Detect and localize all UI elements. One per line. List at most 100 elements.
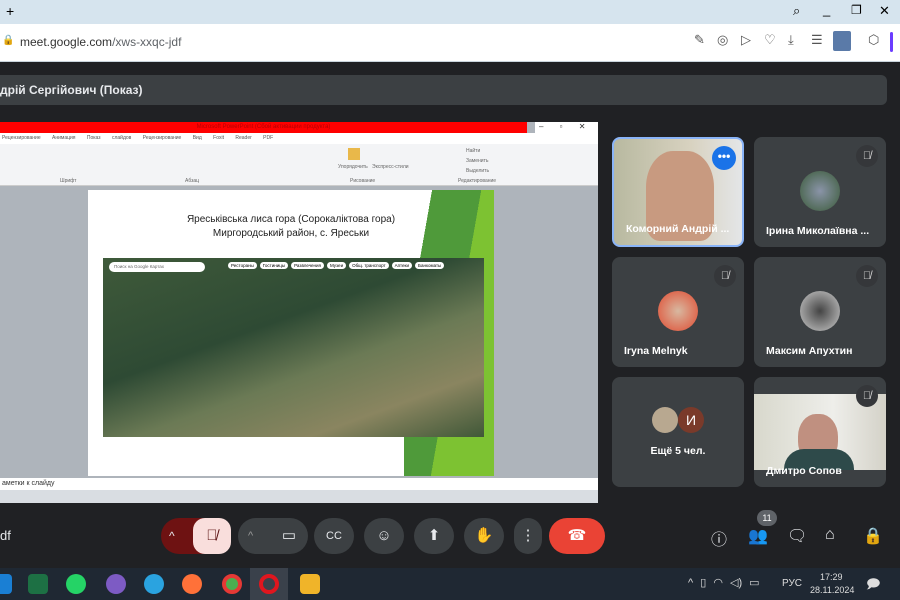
participant-name: Коморний Андрій ... [626, 223, 730, 235]
participant-tile[interactable]: 🎙̸ Максим Апухтин [754, 257, 886, 367]
viber-icon[interactable] [106, 574, 126, 594]
start-button[interactable] [0, 574, 12, 594]
heart-icon[interactable]: ♡ [764, 32, 776, 48]
participant-name: Iryna Melnyk [624, 345, 688, 357]
present-button[interactable]: ⬆ [414, 518, 454, 554]
more-options-icon[interactable]: ••• [712, 146, 736, 170]
camera-group: ^ ▭ [238, 518, 308, 554]
shared-screen: Microsoft PowerPoint (Сбой активации про… [0, 122, 598, 503]
chat-icon[interactable]: 🗨 [787, 526, 807, 546]
captions-button[interactable]: CC [314, 518, 354, 554]
map-search: Поиск на Google Картах [109, 262, 205, 272]
slide-title-line2: Миргородський район, с. Яреськи [212, 228, 370, 239]
mic-group: ^ 🎙̸ [161, 518, 231, 554]
more-participants-label: Ещё 5 чел. [650, 445, 706, 457]
raise-hand-button[interactable]: ✋ [464, 518, 504, 554]
more-options-button[interactable]: ⋮ [514, 518, 542, 554]
ribbon-item: Упорядочить [338, 164, 368, 170]
participant-tile[interactable]: 🎙̸ Iryna Melnyk [612, 257, 744, 367]
clock-time[interactable]: 17:29 [820, 572, 843, 582]
download-icon[interactable]: ⤓ [788, 32, 794, 48]
excel-icon[interactable] [28, 574, 48, 594]
mic-off-button[interactable]: 🎙̸ [193, 518, 231, 554]
address-bar[interactable]: 🔒 meet.google.com/xws-xxqc-jdf ✎ ◎ ▷ ♡ ⤓… [0, 24, 900, 62]
ppt-menu-item: Рецензирование [142, 135, 182, 141]
mic-options-button[interactable]: ^ [169, 518, 175, 554]
ribbon-group: Абзац [185, 178, 200, 184]
ppt-menu-item: Показ слайдов [86, 135, 132, 141]
ppt-menu-item: Анимация [52, 135, 76, 141]
clock-date[interactable]: 28.11.2024 [810, 585, 854, 595]
participant-name: Дмитро Сопов [766, 465, 842, 477]
avatar-initial: И [678, 407, 704, 433]
emoji-button[interactable]: ☺ [364, 518, 404, 554]
map-screenshot: Поиск на Google Картах Рестораны Гостини… [103, 258, 484, 437]
participant-tile[interactable]: ••• Коморний Андрій ... [612, 137, 744, 247]
menu-icon[interactable]: ☰ [811, 32, 823, 48]
participant-name: Ірина Миколаївна ... [766, 225, 870, 237]
whatsapp-icon[interactable] [66, 574, 86, 594]
play-icon[interactable]: ▷ [741, 32, 751, 48]
camera-options-button[interactable]: ^ [248, 518, 253, 554]
ppt-ribbon: Шрифт Абзац Рисование Редактирование Упо… [0, 144, 598, 186]
mic-off-icon: 🎙̸ [856, 145, 878, 167]
browser-tab-bar: + ⌕ _ ❐ ✕ [0, 0, 900, 24]
cube-icon[interactable]: ⬡ [868, 32, 879, 48]
url-field[interactable]: meet.google.com/xws-xxqc-jdf [20, 35, 181, 49]
edit-icon[interactable]: ✎ [694, 32, 705, 48]
camera-icon[interactable]: ◎ [717, 32, 728, 48]
ribbon-group: Шрифт [60, 178, 77, 184]
opera-icon[interactable] [259, 574, 279, 594]
new-tab-button[interactable]: + [6, 3, 14, 19]
profile-avatar[interactable] [833, 31, 851, 51]
minimize-button[interactable]: _ [823, 2, 830, 17]
more-participants-tile[interactable]: И Ещё 5 чел. [612, 377, 744, 487]
participant-tile[interactable]: 🎙̸ Дмитро Сопов [754, 377, 886, 487]
presenter-title-text: дрій Сергійович (Показ) [0, 83, 143, 97]
participant-tile[interactable]: 🎙̸ Ірина Миколаївна ... [754, 137, 886, 247]
mic-off-icon: 🎙̸ [856, 385, 878, 407]
camera-button[interactable]: ▭ [270, 518, 308, 554]
arrange-icon [348, 148, 360, 160]
map-chip: Рестораны [228, 262, 257, 269]
info-icon[interactable]: ⓘ [711, 526, 727, 550]
taskbar [0, 568, 900, 600]
close-button[interactable]: ✕ [879, 3, 890, 19]
slide-title-line1: Яреськівська лиса гора (Сорокаліктова го… [186, 214, 396, 225]
end-call-button[interactable]: ☎ [549, 518, 605, 554]
mic-off-icon: 🎙̸ [714, 265, 736, 287]
map-chip: Развлечения [291, 262, 324, 269]
avatar [652, 407, 678, 433]
map-chip: Музеи [327, 262, 347, 269]
ppt-window-controls: – ▫ ✕ [535, 122, 598, 133]
notifications-icon[interactable]: 🗩 [866, 575, 880, 597]
participant-name: Максим Апухтин [766, 345, 853, 357]
tray-icons[interactable]: ^ ▯ ◠ ◁) ▭ [688, 576, 760, 589]
ribbon-item: Экспресс-стили [372, 164, 409, 170]
avatar [800, 171, 840, 211]
map-chip: Банкоматы [415, 262, 445, 269]
map-chip: Общ. транспорт [349, 262, 389, 269]
ppt-titlebar: Microsoft PowerPoint (Сбой активации про… [0, 122, 527, 133]
language-indicator[interactable]: РУС [782, 578, 802, 589]
presenter-title: дрій Сергійович (Показ) [0, 75, 887, 105]
mic-off-icon: 🎙̸ [856, 265, 878, 287]
ppt-menu: Рецензирование Анимация Показ слайдов Ре… [0, 133, 598, 144]
participants-count-badge: 11 [757, 510, 777, 526]
ribbon-group: Редактирование [458, 178, 497, 184]
ppt-menu-item: Рецензирование [2, 135, 41, 141]
avatar [800, 291, 840, 331]
ribbon-item: Найти [466, 148, 481, 154]
host-controls-icon[interactable]: 🔒 [863, 526, 883, 546]
restore-button[interactable]: ❐ [851, 3, 862, 17]
explorer-icon[interactable] [300, 574, 320, 594]
search-icon[interactable]: ⌕ [793, 3, 800, 19]
meeting-code: df [0, 528, 11, 543]
slide-notes: аметки к слайду [0, 478, 598, 490]
chrome-icon[interactable] [222, 574, 242, 594]
telegram-icon[interactable] [144, 574, 164, 594]
slide: Яреськівська лиса гора (Сорокаліктова го… [88, 190, 494, 476]
people-icon[interactable]: 👥 [748, 526, 768, 546]
activities-icon[interactable]: ⌂ [825, 526, 835, 544]
firefox-icon[interactable] [182, 574, 202, 594]
